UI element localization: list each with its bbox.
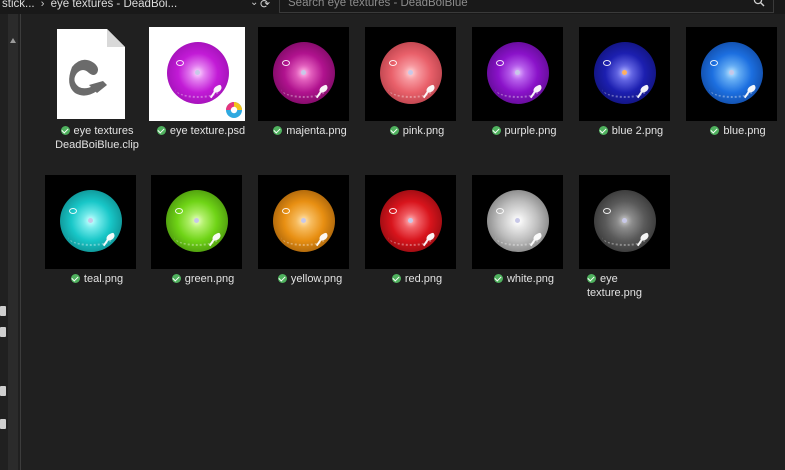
- file-thumbnail: [365, 27, 456, 121]
- file-thumbnail: [579, 27, 670, 121]
- sync-status-icon: [710, 126, 720, 135]
- sync-status-icon: [491, 126, 501, 135]
- file-thumbnail: [365, 175, 456, 269]
- sync-status-icon: [171, 274, 181, 283]
- sync-status-icon: [277, 274, 287, 283]
- refresh-icon[interactable]: ⟳: [256, 0, 274, 13]
- eye-texture-image: [487, 42, 549, 104]
- clip-studio-file-icon: [57, 29, 125, 119]
- sync-status-icon: [70, 274, 80, 283]
- sync-status-icon: [391, 274, 401, 283]
- file-thumbnail: [579, 175, 670, 269]
- file-thumbnail: [258, 175, 349, 269]
- file-label: green.png: [145, 272, 261, 286]
- file-thumbnail: [151, 175, 242, 269]
- sync-status-icon: [587, 274, 596, 283]
- eye-texture-image: [701, 42, 763, 104]
- file-label: yellow.png: [252, 272, 368, 286]
- file-thumbnail: [45, 175, 136, 269]
- eye-texture-image: [167, 42, 229, 104]
- nav-item-fragment[interactable]: [0, 386, 6, 396]
- file-name: white.png: [506, 273, 555, 285]
- file-label: teal.png: [39, 272, 155, 286]
- search-input[interactable]: Search eye textures - DeadBoiBlue: [279, 0, 774, 13]
- breadcrumb-item-eye-textures[interactable]: eye textures - DeadBoi...: [49, 0, 180, 10]
- file-thumbnail: [472, 175, 563, 269]
- file-name: eye texture.psd: [169, 125, 246, 137]
- file-thumbnail: [258, 27, 349, 121]
- file-label: eye textures DeadBoiBlue.clip: [39, 124, 155, 152]
- sync-status-icon: [598, 126, 608, 135]
- sync-status-icon: [156, 126, 166, 135]
- eye-texture-image: [594, 42, 656, 104]
- file-label: purple.png: [466, 124, 582, 138]
- file-label: pink.png: [359, 124, 475, 138]
- eye-texture-image: [487, 190, 549, 252]
- navigation-scrollbar[interactable]: [8, 14, 18, 470]
- file-label: blue.png: [680, 124, 785, 138]
- eye-texture-image: [166, 190, 228, 252]
- file-name: teal.png: [83, 273, 124, 285]
- eye-texture-image: [594, 190, 656, 252]
- file-thumbnail: [686, 27, 777, 121]
- file-name: pink.png: [402, 125, 445, 137]
- file-name: blue 2.png: [611, 125, 664, 137]
- nav-item-fragment[interactable]: [0, 327, 6, 337]
- search-placeholder: Search eye textures - DeadBoiBlue: [288, 0, 468, 9]
- sync-status-icon: [273, 126, 283, 135]
- file-thumbnail: [45, 27, 136, 121]
- sync-status-icon: [493, 274, 503, 283]
- sync-status-icon: [60, 126, 70, 135]
- file-label: eye texture.psd: [143, 124, 259, 138]
- file-name: majenta.png: [286, 125, 347, 137]
- file-label: red.png: [359, 272, 475, 286]
- eye-texture-image: [273, 42, 335, 104]
- clip-studio-badge-icon: [226, 102, 242, 118]
- nav-item-fragment[interactable]: [0, 419, 6, 429]
- eye-texture-image: [380, 190, 442, 252]
- file-thumbnail: [472, 27, 563, 121]
- file-name: red.png: [404, 273, 443, 285]
- eye-texture-image: [273, 190, 335, 252]
- sync-status-icon: [389, 126, 399, 135]
- file-name: purple.png: [504, 125, 557, 137]
- file-label: eye texture.png: [565, 272, 673, 300]
- eye-texture-image: [380, 42, 442, 104]
- breadcrumb-item-stick[interactable]: stick...: [0, 0, 37, 10]
- file-thumbnail: [149, 27, 245, 121]
- search-icon[interactable]: [753, 0, 765, 7]
- eye-texture-image: [60, 190, 122, 252]
- address-bar: stick... › eye textures - DeadBoi... ⌄ ⟳…: [0, 0, 785, 14]
- file-label: majenta.png: [252, 124, 368, 138]
- nav-item-fragment[interactable]: [0, 306, 6, 316]
- breadcrumb-chevron-icon: ›: [40, 0, 45, 10]
- file-label: blue 2.png: [573, 124, 689, 138]
- pane-divider[interactable]: [20, 14, 21, 470]
- file-name: yellow.png: [290, 273, 343, 285]
- scroll-up-icon[interactable]: [10, 38, 16, 43]
- breadcrumb[interactable]: stick... › eye textures - DeadBoi... ⌄: [0, 0, 266, 13]
- file-name: green.png: [184, 273, 235, 285]
- file-name: blue.png: [723, 125, 766, 137]
